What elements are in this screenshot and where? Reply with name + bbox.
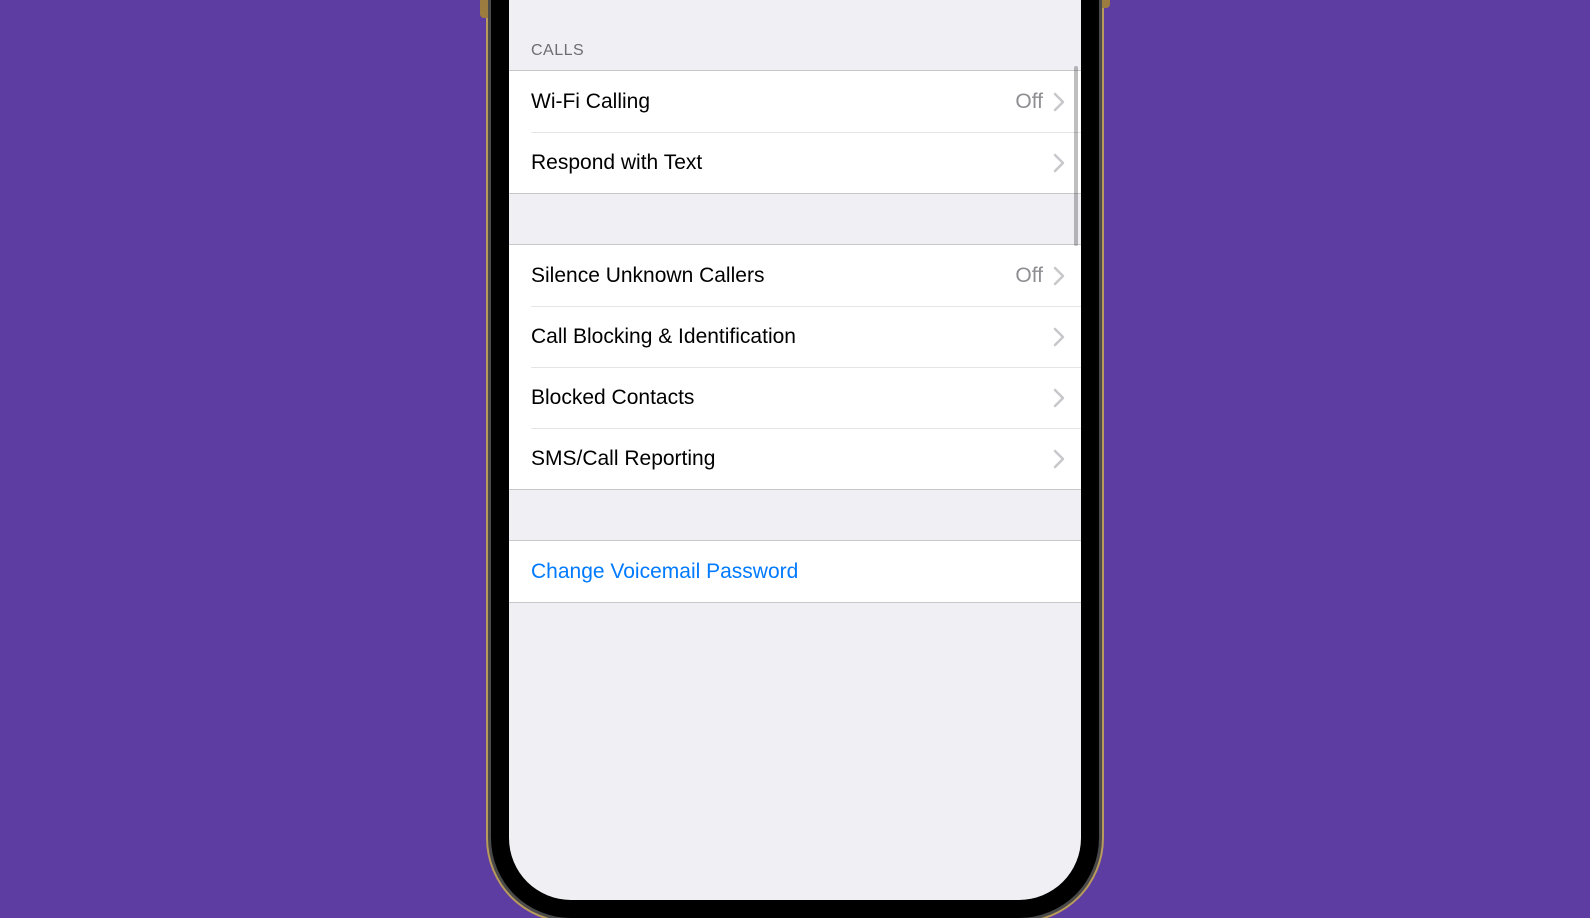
group-voicemail: Change Voicemail Password: [509, 540, 1081, 603]
row-change-voicemail-password[interactable]: Change Voicemail Password: [509, 541, 1081, 602]
settings-list[interactable]: CALLS Wi-Fi Calling Off Respond with Tex…: [509, 0, 1081, 900]
phone-screen: CALLS Wi-Fi Calling Off Respond with Tex…: [509, 0, 1081, 900]
row-blocked-contacts[interactable]: Blocked Contacts: [531, 367, 1081, 428]
row-call-blocking-identification[interactable]: Call Blocking & Identification: [531, 306, 1081, 367]
group-spacer: [509, 603, 1081, 653]
chevron-right-icon: [1053, 449, 1065, 469]
phone-frame: CALLS Wi-Fi Calling Off Respond with Tex…: [491, 0, 1099, 918]
group-spacer: [509, 194, 1081, 244]
row-label: Change Voicemail Password: [531, 560, 1065, 584]
row-label: Call Blocking & Identification: [531, 325, 1053, 349]
chevron-right-icon: [1053, 327, 1065, 347]
row-sms-call-reporting[interactable]: SMS/Call Reporting: [531, 428, 1081, 489]
row-label: Wi-Fi Calling: [531, 90, 1015, 114]
group-spacer: [509, 490, 1081, 540]
row-wifi-calling[interactable]: Wi-Fi Calling Off: [509, 71, 1081, 132]
power-button: [1102, 0, 1110, 8]
row-value: Off: [1015, 90, 1043, 114]
row-silence-unknown-callers[interactable]: Silence Unknown Callers Off: [509, 245, 1081, 306]
chevron-right-icon: [1053, 92, 1065, 112]
chevron-right-icon: [1053, 153, 1065, 173]
row-label: Blocked Contacts: [531, 386, 1053, 410]
chevron-right-icon: [1053, 266, 1065, 286]
row-respond-with-text[interactable]: Respond with Text: [531, 132, 1081, 193]
row-label: Silence Unknown Callers: [531, 264, 1015, 288]
row-label: SMS/Call Reporting: [531, 447, 1053, 471]
group-blocking: Silence Unknown Callers Off Call Blockin…: [509, 244, 1081, 490]
group-calls: Wi-Fi Calling Off Respond with Text: [509, 70, 1081, 194]
chevron-right-icon: [1053, 388, 1065, 408]
volume-down-button: [480, 0, 488, 18]
row-value: Off: [1015, 264, 1043, 288]
scrollbar[interactable]: [1074, 66, 1078, 246]
row-label: Respond with Text: [531, 151, 1053, 175]
section-header-calls: CALLS: [509, 34, 1081, 70]
